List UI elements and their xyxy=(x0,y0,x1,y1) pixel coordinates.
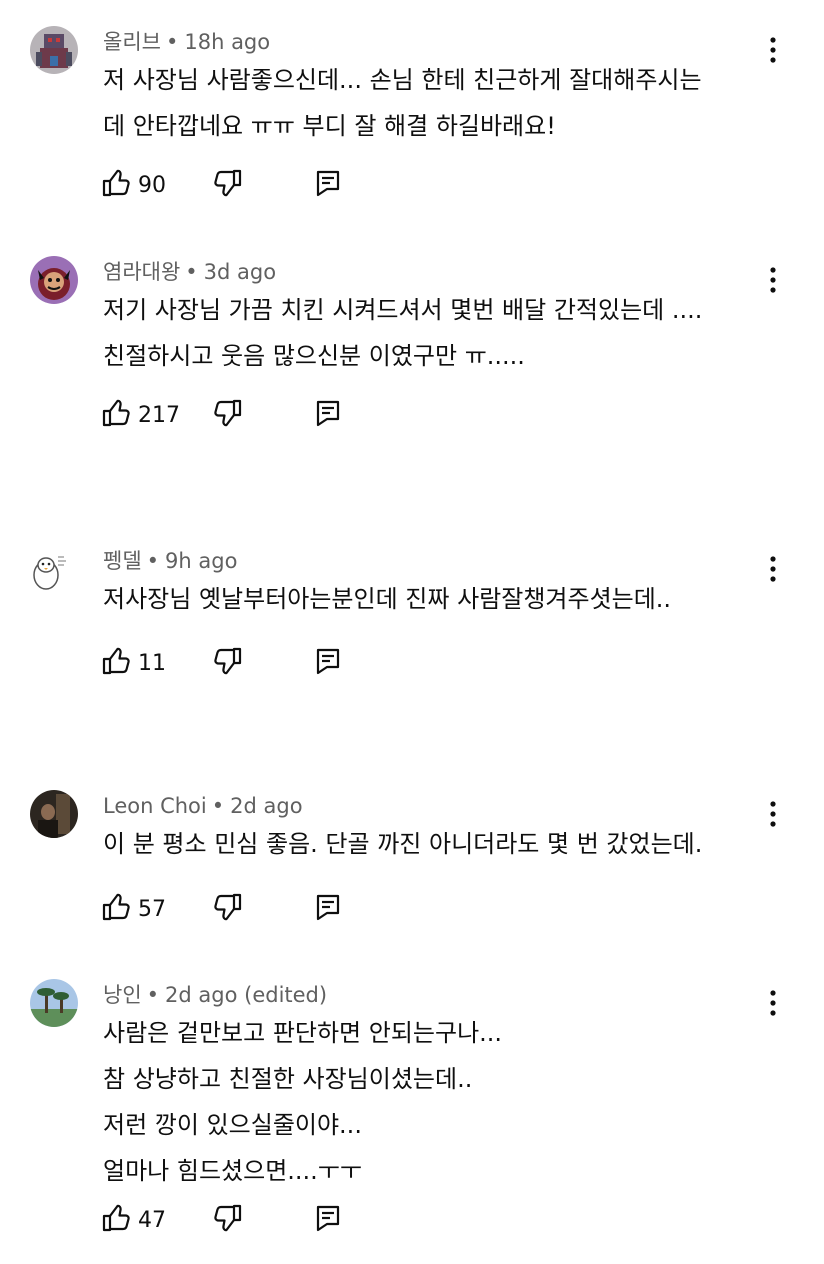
penguin-avatar-icon[interactable] xyxy=(30,545,78,593)
comment-author[interactable]: 펭델 xyxy=(103,549,142,573)
comment-line: 친절하시고 웃음 많으신분 이였구만 ㅠ..... xyxy=(103,342,525,370)
meta-separator: • xyxy=(185,260,198,284)
like-button[interactable]: 11 xyxy=(100,646,166,680)
reply-comment-icon xyxy=(314,646,342,680)
dislike-button[interactable] xyxy=(212,1203,244,1237)
meta-separator: • xyxy=(165,30,179,54)
dislike-button[interactable] xyxy=(212,646,244,680)
like-count: 11 xyxy=(138,650,166,676)
thumbs-down-icon xyxy=(212,645,244,681)
comment-text: 저사장님 옛날부터아는분인데 진짜 사람잘챙겨주셧는데.. xyxy=(103,576,783,622)
comment-time[interactable]: 18h ago xyxy=(184,30,270,54)
comment-author[interactable]: 올리브 xyxy=(103,30,161,54)
reply-button[interactable] xyxy=(314,892,342,926)
like-button[interactable]: 47 xyxy=(100,1203,166,1237)
like-button[interactable]: 217 xyxy=(100,398,180,432)
comment-actions: 11 xyxy=(100,646,360,680)
thumbs-down-icon xyxy=(212,891,244,927)
reply-comment-icon xyxy=(314,1203,342,1237)
reply-comment-icon xyxy=(314,892,342,926)
comment-author[interactable]: Leon Choi xyxy=(103,794,207,818)
comment-text: 저기 사장님 가끔 치킨 시켜드셔서 몇번 배달 간적있는데 .... 친절하시… xyxy=(103,287,783,379)
dislike-button[interactable] xyxy=(212,168,244,202)
comment-meta: 펭델 • 9h ago xyxy=(103,546,237,576)
thumbs-up-icon xyxy=(100,167,132,203)
comment-author[interactable]: 염라대왕 xyxy=(103,260,180,284)
like-count: 57 xyxy=(138,896,166,922)
comment-time[interactable]: 9h ago xyxy=(165,549,237,573)
like-button[interactable]: 57 xyxy=(100,892,166,926)
meta-separator: • xyxy=(211,794,225,818)
comment-line: 얼마나 힘드셨으면....ㅜㅜ xyxy=(103,1157,362,1185)
comment-text: 저 사장님 사람좋으신데... 손님 한테 친근하게 잘대해주시는 데 안타깝네… xyxy=(103,57,783,149)
comment-meta: 낭인 • 2d ago (edited) xyxy=(103,980,327,1010)
dislike-button[interactable] xyxy=(212,892,244,926)
thumbs-up-icon xyxy=(100,891,132,927)
thumbs-down-icon xyxy=(212,1202,244,1238)
comment-actions: 57 xyxy=(100,892,360,926)
reply-comment-icon xyxy=(314,398,342,432)
comment-meta: 올리브 • 18h ago xyxy=(103,27,270,57)
reply-button[interactable] xyxy=(314,168,342,202)
comment-line: 저사장님 옛날부터아는분인데 진짜 사람잘챙겨주셧는데.. xyxy=(103,585,672,613)
comment-time[interactable]: 2d ago (edited) xyxy=(165,983,327,1007)
reply-button[interactable] xyxy=(314,1203,342,1237)
thumbs-down-icon xyxy=(212,167,244,203)
comment-meta: Leon Choi • 2d ago xyxy=(103,791,303,821)
comment-line: 저기 사장님 가끔 치킨 시켜드셔서 몇번 배달 간적있는데 .... xyxy=(103,296,703,324)
like-button[interactable]: 90 xyxy=(100,168,166,202)
comment-actions: 47 xyxy=(100,1203,360,1237)
meta-separator: • xyxy=(146,549,160,573)
thumbs-up-icon xyxy=(100,1202,132,1238)
comment-time[interactable]: 2d ago xyxy=(230,794,302,818)
comment-line: 사람은 겉만보고 판단하면 안되는구나... xyxy=(103,1019,503,1047)
comment-actions: 217 xyxy=(100,398,360,432)
like-count: 90 xyxy=(138,172,166,198)
comment-text: 사람은 겉만보고 판단하면 안되는구나... 참 상냥하고 친절한 사장님이셨는… xyxy=(103,1010,783,1194)
like-count: 47 xyxy=(138,1207,166,1233)
comment-line: 저런 깡이 있으실줄이야... xyxy=(103,1111,362,1139)
like-count: 217 xyxy=(138,402,180,428)
comment-text: 이 분 평소 민심 좋음. 단골 까진 아니더라도 몇 번 갔었는데. xyxy=(103,821,783,867)
dislike-button[interactable] xyxy=(212,398,244,432)
comment-time[interactable]: 3d ago xyxy=(204,260,276,284)
comment-meta: 염라대왕 • 3d ago xyxy=(103,257,276,287)
comment-author[interactable]: 낭인 xyxy=(103,983,142,1007)
robot-avatar-icon[interactable] xyxy=(30,26,78,74)
meta-separator: • xyxy=(146,983,160,1007)
comment-line: 데 안타깝네요 ㅠㅠ 부디 잘 해결 하길바래요! xyxy=(103,112,556,140)
thumbs-down-icon xyxy=(212,397,244,433)
thumbs-up-icon xyxy=(100,645,132,681)
reply-button[interactable] xyxy=(314,398,342,432)
comment-line: 저 사장님 사람좋으신데... 손님 한테 친근하게 잘대해주시는 xyxy=(103,66,702,94)
comment-line: 이 분 평소 민심 좋음. 단골 까진 아니더라도 몇 번 갔었는데. xyxy=(103,830,703,858)
thumbs-up-icon xyxy=(100,397,132,433)
reply-button[interactable] xyxy=(314,646,342,680)
palm-tree-avatar-icon[interactable] xyxy=(30,979,78,1027)
comment-actions: 90 xyxy=(100,168,360,202)
dark-photo-avatar-icon[interactable] xyxy=(30,790,78,838)
demon-avatar-icon[interactable] xyxy=(30,256,78,304)
reply-comment-icon xyxy=(314,168,342,202)
comment-line: 참 상냥하고 친절한 사장님이셨는데.. xyxy=(103,1065,473,1093)
